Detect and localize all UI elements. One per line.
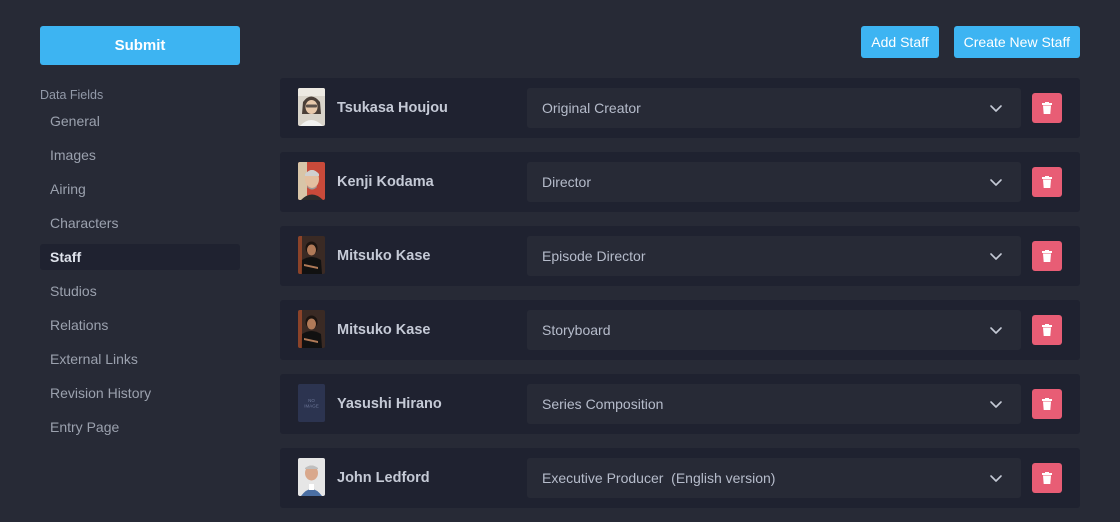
delete-staff-button[interactable] bbox=[1032, 93, 1062, 123]
role-select[interactable]: Director bbox=[527, 162, 1021, 202]
sidebar: Submit Data Fields General Images Airing… bbox=[40, 26, 240, 448]
trash-icon bbox=[1042, 176, 1052, 188]
trash-icon bbox=[1042, 324, 1052, 336]
role-select-value: Director bbox=[542, 174, 592, 190]
sidebar-item-entry-page[interactable]: Entry Page bbox=[40, 414, 240, 440]
staff-name[interactable]: Yasushi Hirano bbox=[337, 374, 442, 434]
role-select-value: Series Composition bbox=[542, 396, 664, 412]
staff-actions: Add Staff Create New Staff bbox=[861, 26, 1080, 58]
role-select[interactable]: Executive Producer (English version) bbox=[527, 458, 1021, 498]
staff-list: Tsukasa Houjou Original Creator Kenji Ko… bbox=[280, 78, 1080, 522]
chevron-down-icon bbox=[990, 327, 1002, 334]
submit-button[interactable]: Submit bbox=[40, 26, 240, 65]
staff-row: Mitsuko Kase Episode Director bbox=[280, 226, 1080, 286]
delete-staff-button[interactable] bbox=[1032, 463, 1062, 493]
staff-avatar[interactable] bbox=[298, 88, 325, 126]
chevron-down-icon bbox=[990, 401, 1002, 408]
trash-icon bbox=[1042, 102, 1052, 114]
sidebar-item-studios[interactable]: Studios bbox=[40, 278, 240, 304]
role-select[interactable]: Original Creator bbox=[527, 88, 1021, 128]
staff-name[interactable]: Mitsuko Kase bbox=[337, 226, 430, 286]
sidebar-item-relations[interactable]: Relations bbox=[40, 312, 240, 338]
chevron-down-icon bbox=[990, 475, 1002, 482]
sidebar-item-characters[interactable]: Characters bbox=[40, 210, 240, 236]
sidebar-item-staff[interactable]: Staff bbox=[40, 244, 240, 270]
create-new-staff-button[interactable]: Create New Staff bbox=[953, 26, 1080, 58]
role-select-value: Original Creator bbox=[542, 100, 641, 116]
no-image-text-line1: NO bbox=[308, 398, 315, 403]
staff-row: Kenji Kodama Director bbox=[280, 152, 1080, 212]
role-select[interactable]: Series Composition bbox=[527, 384, 1021, 424]
delete-staff-button[interactable] bbox=[1032, 389, 1062, 419]
staff-row: John Ledford Executive Producer (English… bbox=[280, 448, 1080, 508]
staff-avatar[interactable] bbox=[298, 310, 325, 348]
staff-avatar[interactable] bbox=[298, 458, 325, 496]
staff-name[interactable]: Tsukasa Houjou bbox=[337, 78, 448, 138]
role-select-value: Executive Producer (English version) bbox=[542, 470, 776, 486]
staff-avatar[interactable] bbox=[298, 162, 325, 200]
sidebar-item-external-links[interactable]: External Links bbox=[40, 346, 240, 372]
role-select[interactable]: Storyboard bbox=[527, 310, 1021, 350]
add-staff-button[interactable]: Add Staff bbox=[861, 26, 939, 58]
staff-avatar[interactable]: NO IMAGE bbox=[298, 384, 325, 422]
chevron-down-icon bbox=[990, 179, 1002, 186]
staff-name[interactable]: Kenji Kodama bbox=[337, 152, 434, 212]
trash-icon bbox=[1042, 398, 1052, 410]
sidebar-item-images[interactable]: Images bbox=[40, 142, 240, 168]
sidebar-item-general[interactable]: General bbox=[40, 108, 240, 134]
staff-name[interactable]: Mitsuko Kase bbox=[337, 300, 430, 360]
sidebar-item-revision-history[interactable]: Revision History bbox=[40, 380, 240, 406]
sidebar-item-airing[interactable]: Airing bbox=[40, 176, 240, 202]
staff-avatar[interactable] bbox=[298, 236, 325, 274]
delete-staff-button[interactable] bbox=[1032, 315, 1062, 345]
role-select-value: Episode Director bbox=[542, 248, 646, 264]
delete-staff-button[interactable] bbox=[1032, 167, 1062, 197]
staff-row: Mitsuko Kase Storyboard bbox=[280, 300, 1080, 360]
no-image-text-line2: IMAGE bbox=[304, 404, 319, 409]
trash-icon bbox=[1042, 250, 1052, 262]
data-fields-nav: General Images Airing Characters Staff S… bbox=[40, 108, 240, 440]
role-select[interactable]: Episode Director bbox=[527, 236, 1021, 276]
chevron-down-icon bbox=[990, 105, 1002, 112]
staff-row: NO IMAGE Yasushi Hirano Series Compositi… bbox=[280, 374, 1080, 434]
role-select-value: Storyboard bbox=[542, 322, 611, 338]
staff-name[interactable]: John Ledford bbox=[337, 448, 430, 508]
staff-row: Tsukasa Houjou Original Creator bbox=[280, 78, 1080, 138]
chevron-down-icon bbox=[990, 253, 1002, 260]
delete-staff-button[interactable] bbox=[1032, 241, 1062, 271]
data-fields-heading: Data Fields bbox=[40, 88, 104, 102]
trash-icon bbox=[1042, 472, 1052, 484]
